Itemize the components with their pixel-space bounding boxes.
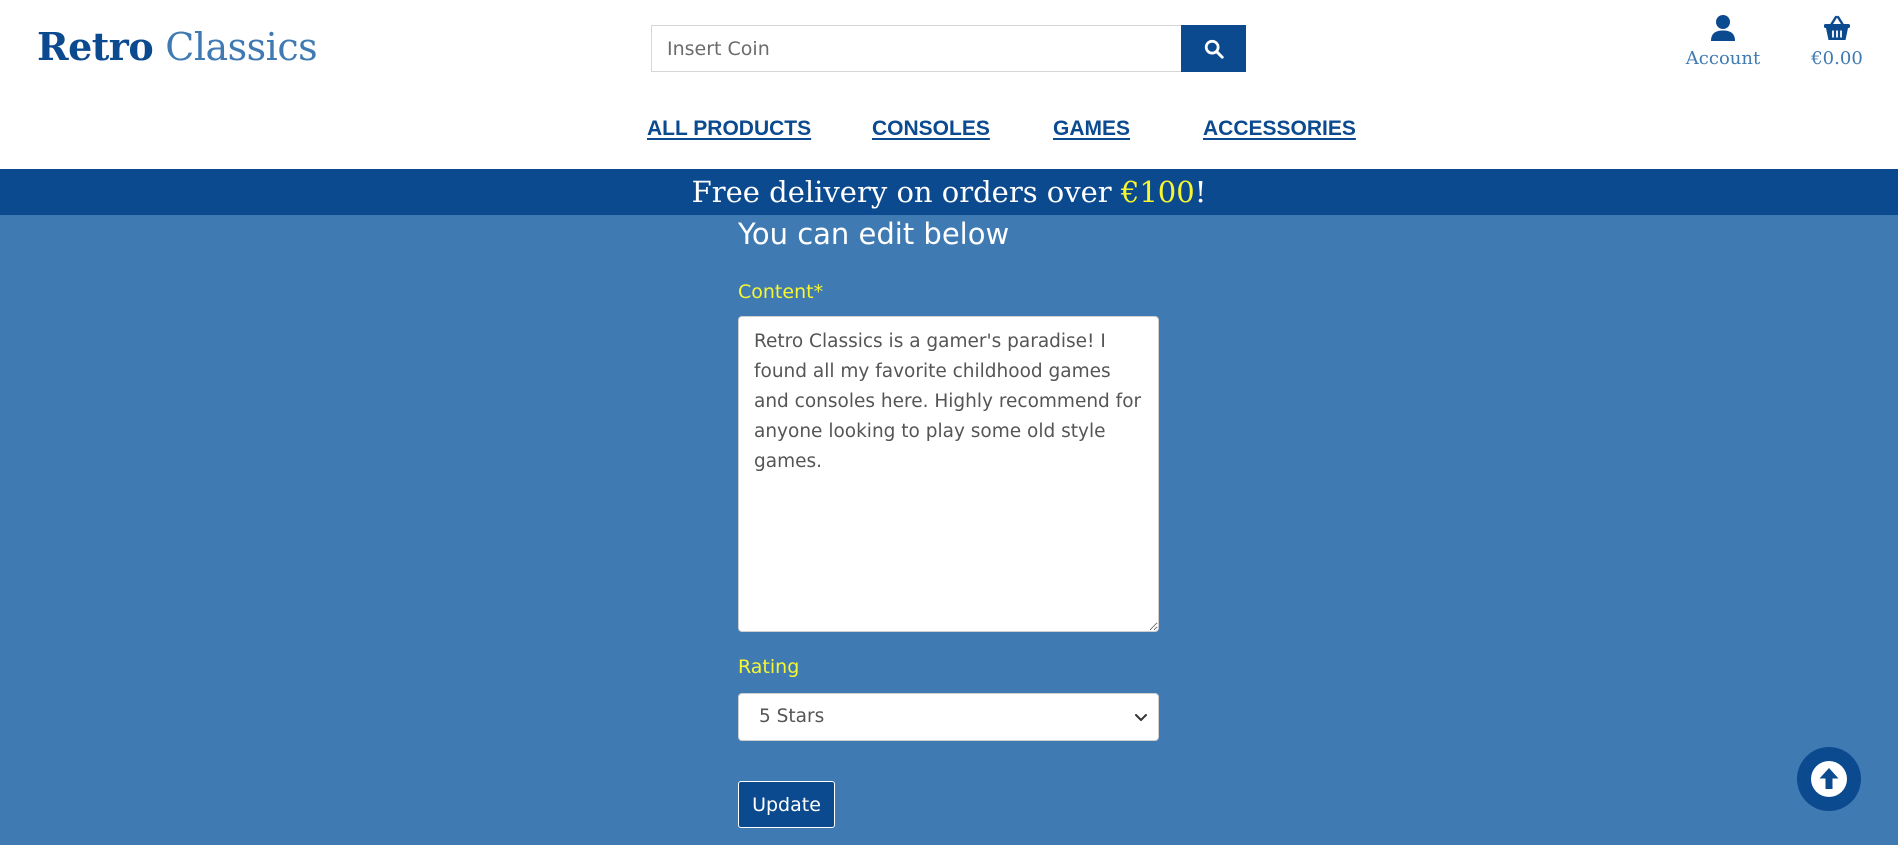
banner-highlight: €100 [1120,175,1195,209]
banner-text: Free delivery on orders over [691,175,1121,209]
user-icon [1711,15,1735,41]
basket-icon [1824,15,1850,40]
account-link[interactable]: Account [1680,14,1766,69]
arrow-up-circle-icon [1811,761,1847,797]
rating-selected-value: 5 Stars [759,706,825,727]
cart-total: €0.00 [1811,48,1863,69]
logo-light-text: Classics [165,25,318,69]
rating-label: Rating [738,656,800,678]
content-label: Content* [738,281,824,303]
chevron-down-icon [1135,714,1147,721]
logo-bold-text: Retro [37,24,154,69]
back-to-top-button[interactable] [1797,747,1861,811]
nav-consoles[interactable]: CONSOLES [872,117,990,141]
site-logo[interactable]: Retro Classics [37,22,318,72]
banner-text-end: ! [1194,175,1207,209]
nav-games[interactable]: GAMES [1053,117,1130,141]
content-textarea[interactable]: Retro Classics is a gamer's paradise! I … [738,316,1159,632]
search-input[interactable] [651,25,1182,72]
update-button[interactable]: Update [738,781,835,828]
page-heading: You can edit below [738,217,1010,251]
delivery-banner: Free delivery on orders over €100! [0,169,1898,215]
cart-link[interactable]: €0.00 [1805,14,1869,69]
site-header: Retro Classics Account €0.00 [0,0,1898,169]
account-label: Account [1685,48,1761,69]
nav-all-products[interactable]: ALL PRODUCTS [647,117,811,141]
search-button[interactable] [1181,25,1246,72]
rating-select[interactable]: 5 Stars [738,693,1159,741]
nav-accessories[interactable]: ACCESSORIES [1203,117,1356,141]
search-form [651,25,1246,72]
search-icon [1204,39,1224,59]
